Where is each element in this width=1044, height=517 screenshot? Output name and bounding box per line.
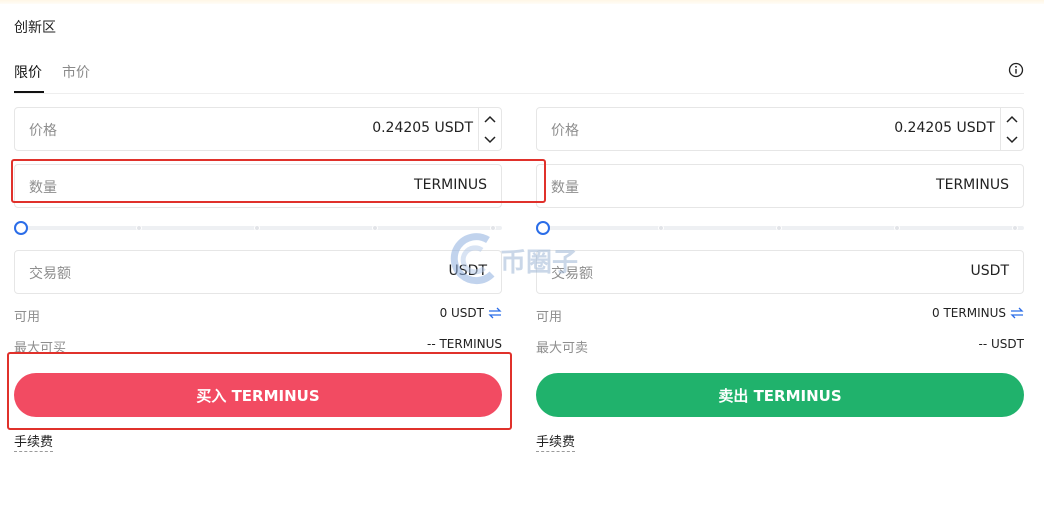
slider-tick-25[interactable] <box>658 225 664 231</box>
section-title: 创新区 <box>14 20 56 36</box>
sell-price-increase-button[interactable] <box>1001 108 1023 129</box>
chevron-up-icon <box>1006 115 1018 123</box>
sell-price-decrease-button[interactable] <box>1001 129 1023 150</box>
buy-total-field[interactable]: 交易额 USDT <box>14 250 502 294</box>
buy-max-row: 最大可买 -- TERMINUS <box>14 337 502 356</box>
buy-fee-link[interactable]: 手续费 <box>14 431 54 452</box>
sell-price-value[interactable]: 0.24205 USDT <box>894 120 995 136</box>
buy-amount-field[interactable]: 数量 TERMINUS <box>14 164 502 208</box>
chevron-up-icon <box>484 115 496 123</box>
slider-tick-100[interactable] <box>1012 225 1018 231</box>
slider-tick-50[interactable] <box>254 225 260 231</box>
active-tab-indicator <box>14 91 44 93</box>
buy-amount-unit: TERMINUS <box>414 177 487 193</box>
sell-max-row: 最大可卖 -- USDT <box>536 337 1024 356</box>
sell-available-value: 0 TERMINUS <box>932 306 1006 320</box>
buy-available-value: 0 USDT <box>439 306 484 320</box>
buy-max-value: -- TERMINUS <box>427 337 502 351</box>
buy-price-label: 价格 <box>29 123 57 139</box>
chevron-down-icon <box>484 135 496 143</box>
slider-tick-100[interactable] <box>490 225 496 231</box>
sell-price-stepper <box>1000 108 1023 150</box>
sell-fee-link[interactable]: 手续费 <box>536 431 576 452</box>
sell-price-label: 价格 <box>551 123 579 139</box>
sell-available-label: 可用 <box>536 310 563 325</box>
buy-available-label: 可用 <box>14 310 41 325</box>
sell-available-row: 可用 0 TERMINUS <box>536 306 1024 325</box>
slider-handle[interactable] <box>536 221 550 235</box>
slider-track <box>544 226 1024 230</box>
sell-amount-slider[interactable] <box>536 221 1024 235</box>
sell-price-field[interactable]: 价格 0.24205 USDT <box>536 107 1024 151</box>
buy-button[interactable]: 买入 TERMINUS <box>14 373 502 417</box>
sell-amount-field[interactable]: 数量 TERMINUS <box>536 164 1024 208</box>
buy-price-increase-button[interactable] <box>479 108 501 129</box>
slider-tick-75[interactable] <box>894 225 900 231</box>
buy-total-label: 交易额 <box>29 266 71 282</box>
buy-total-unit: USDT <box>448 263 487 279</box>
chevron-down-icon <box>1006 135 1018 143</box>
top-banner-strip <box>0 0 1044 4</box>
slider-tick-75[interactable] <box>372 225 378 231</box>
order-type-tabs: 限价 市价 <box>14 60 1024 94</box>
info-circle-icon[interactable] <box>1008 62 1024 78</box>
slider-handle[interactable] <box>14 221 28 235</box>
slider-tick-25[interactable] <box>136 225 142 231</box>
tab-limit[interactable]: 限价 <box>14 62 42 82</box>
sell-amount-unit: TERMINUS <box>936 177 1009 193</box>
sell-total-field[interactable]: 交易额 USDT <box>536 250 1024 294</box>
slider-track <box>22 226 502 230</box>
buy-price-stepper <box>478 108 501 150</box>
sell-total-unit: USDT <box>970 263 1009 279</box>
buy-max-label: 最大可买 <box>14 341 67 356</box>
swap-arrows-icon[interactable] <box>1010 307 1024 319</box>
slider-tick-50[interactable] <box>776 225 782 231</box>
sell-amount-label: 数量 <box>551 180 579 196</box>
buy-price-value[interactable]: 0.24205 USDT <box>372 120 473 136</box>
sell-max-value: -- USDT <box>978 337 1024 351</box>
buy-price-field[interactable]: 价格 0.24205 USDT <box>14 107 502 151</box>
buy-price-decrease-button[interactable] <box>479 129 501 150</box>
buy-amount-label: 数量 <box>29 180 57 196</box>
sell-max-label: 最大可卖 <box>536 341 589 356</box>
sell-total-label: 交易额 <box>551 266 593 282</box>
sell-button[interactable]: 卖出 TERMINUS <box>536 373 1024 417</box>
swap-arrows-icon[interactable] <box>488 307 502 319</box>
buy-amount-slider[interactable] <box>14 221 502 235</box>
buy-available-row: 可用 0 USDT <box>14 306 502 325</box>
tab-market[interactable]: 市价 <box>62 62 90 82</box>
